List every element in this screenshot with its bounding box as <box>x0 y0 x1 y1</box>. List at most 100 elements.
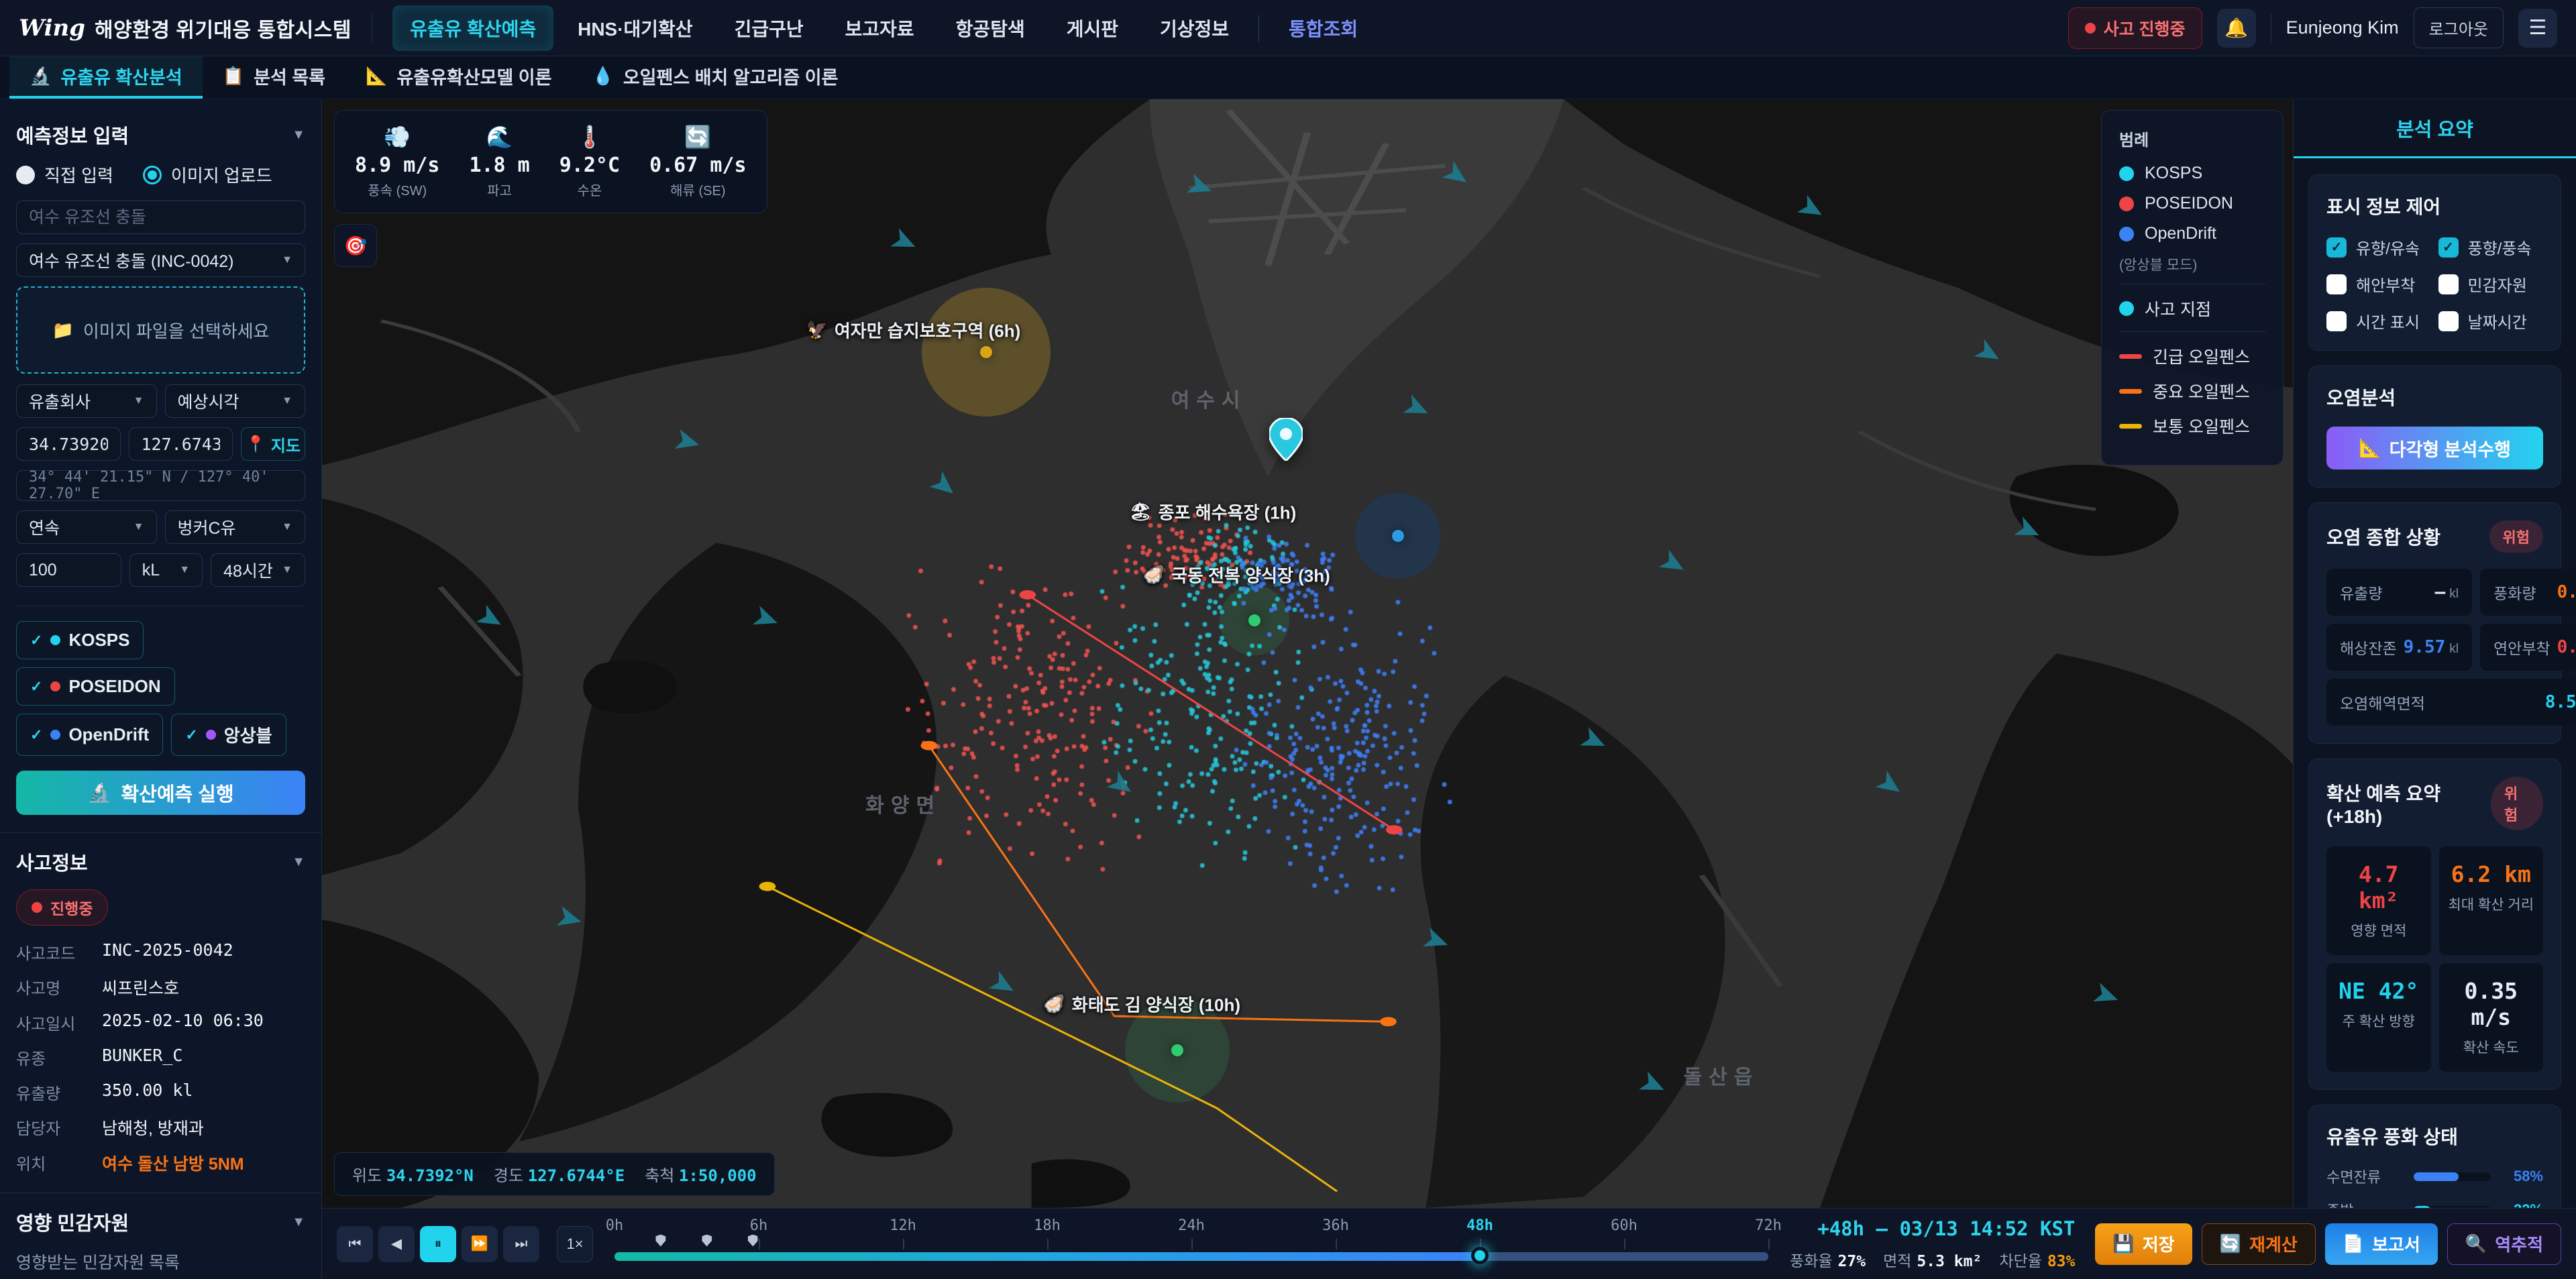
pause-button[interactable]: ⏸ <box>420 1226 456 1262</box>
stat-label: 영향 면적 <box>2333 920 2424 940</box>
notifications-button[interactable]: 🔔 <box>2217 9 2256 48</box>
pollution-stat: 연안부착0.00kl <box>2480 624 2576 671</box>
image-upload-dropzone[interactable]: 📁 이미지 파일을 선택하세요 <box>16 286 305 374</box>
stat-unit: kl <box>2449 642 2459 656</box>
run-forecast-button[interactable]: 🔬 확산예측 실행 <box>16 771 305 815</box>
sub-tabbar: 🔬유출유 확산분석📋분석 목록📐유출유확산모델 이론💧오일펜스 배치 알고리즘 … <box>0 56 2576 99</box>
chevron-down-icon: ▼ <box>133 521 144 533</box>
저장-button[interactable]: 💾저장 <box>2095 1223 2192 1265</box>
tab-label: 오일펜스 배치 알고리즘 이론 <box>623 63 839 89</box>
incident-select[interactable]: 여수 유조선 충돌 (INC-0042) ▼ <box>16 243 305 277</box>
recenter-button[interactable]: 🎯 <box>334 224 377 267</box>
tab-1[interactable]: 📋분석 목록 <box>203 56 345 99</box>
model-chip-POSEIDON[interactable]: ✓POSEIDON <box>16 667 175 706</box>
info-label: 사고코드 <box>16 940 102 964</box>
fast-forward-button[interactable]: ⏩ <box>462 1226 498 1262</box>
duration-select[interactable]: 48시간 ▼ <box>211 553 305 587</box>
weathering-bar-row: 수면잔류58% <box>2326 1166 2543 1187</box>
nav-item-0[interactable]: 유출유 확산예측 <box>392 5 553 51</box>
nav-item-5[interactable]: 게시판 <box>1049 5 1136 51</box>
poi-label: 🦪화태도 김 양식장 (10h) <box>1043 991 1240 1016</box>
timeline-tick-72h: 72h <box>1755 1217 1782 1234</box>
checkbox-box <box>2326 274 2347 294</box>
display-checkbox-3[interactable]: 민감자원 <box>2438 272 2544 296</box>
nav-item-2[interactable]: 긴급구난 <box>717 5 821 51</box>
coordinate-bar: 위도 34.7392°N경도 127.6744°E축척 1:50,000 <box>334 1152 775 1196</box>
map-canvas[interactable]: 여수시화양면돌산읍 🦅여자만 습지보호구역 (6h)🏖종포 해수욕장 (1h)🦪… <box>322 99 2293 1208</box>
longitude-input[interactable] <box>129 427 233 461</box>
poi-icon: 🦅 <box>806 319 828 340</box>
unit-select[interactable]: kL ▼ <box>129 553 203 587</box>
pollution-status-card: 오염 종합 상황 위험 유출량—kl풍화량0.43kl해상잔존9.57kl연안부… <box>2308 502 2561 744</box>
legend-line <box>2119 389 2142 394</box>
stat-label: 차단율 <box>1999 1252 2041 1270</box>
top-navbar: Wing 해양환경 위기대응 통합시스템 유출유 확산예측HNS·대기확산긴급구… <box>0 0 2576 56</box>
oil-type-select[interactable]: 벙커C유 ▼ <box>165 510 306 544</box>
tab-3[interactable]: 💧오일펜스 배치 알고리즘 이론 <box>572 56 858 99</box>
legend-line <box>2119 424 2142 429</box>
left-sidebar[interactable]: 예측정보 입력 ▼ 직접 입력이미지 업로드 여수 유조선 충돌 (INC-00… <box>0 99 322 1279</box>
amount-input[interactable] <box>16 553 121 587</box>
spill-type-select[interactable]: 연속 ▼ <box>16 510 157 544</box>
재계산-button[interactable]: 🔄재계산 <box>2202 1223 2316 1265</box>
display-checkbox-2[interactable]: 해안부착 <box>2326 272 2432 296</box>
menu-button[interactable]: ☰ <box>2518 9 2557 48</box>
action-icon: 📄 <box>2343 1233 2364 1254</box>
checkbox-label: 날짜시간 <box>2468 309 2527 333</box>
current-time-display: +48h — 03/13 14:52 KST <box>1817 1217 2075 1240</box>
expected-time-select[interactable]: 예상시각 ▼ <box>165 384 306 418</box>
timeline-slider[interactable]: 0h6h12h18h24h36h48h60h72h <box>614 1212 1768 1276</box>
danger-badge: 위험 <box>2489 520 2543 553</box>
polygon-analysis-button[interactable]: 📐 다각형 분석수행 <box>2326 427 2543 469</box>
display-checkbox-1[interactable]: ✓풍향/풍속 <box>2438 235 2544 259</box>
latitude-input[interactable] <box>16 427 121 461</box>
collapse-chevron-icon[interactable]: ▼ <box>292 854 305 870</box>
analysis-panel[interactable]: 분석 요약 표시 정보 제어 ✓유향/유속✓풍향/풍속해안부착민감자원시간 표시… <box>2293 99 2576 1208</box>
weather-item-1: 🌊1.8 m파고 <box>469 124 529 199</box>
tab-icon: 🔬 <box>30 66 51 87</box>
model-color-dot <box>50 681 60 691</box>
nav-item-1[interactable]: HNS·대기확산 <box>560 5 710 51</box>
display-checkbox-0[interactable]: ✓유향/유속 <box>2326 235 2432 259</box>
역추적-button[interactable]: 🔍역추적 <box>2447 1223 2561 1265</box>
tab-icon: 📋 <box>223 66 244 87</box>
stat-value-wrap: 9.57kl <box>2404 637 2459 657</box>
model-chip-앙상블[interactable]: ✓앙상블 <box>171 714 286 756</box>
display-checkbox-5[interactable]: 날짜시간 <box>2438 309 2544 333</box>
timeline-playhead[interactable] <box>1471 1247 1489 1264</box>
nav-item-4[interactable]: 항공탐색 <box>938 5 1042 51</box>
forecast-stat: 0.35 m/s확산 속도 <box>2439 963 2544 1072</box>
보고서-button[interactable]: 📄보고서 <box>2325 1223 2438 1265</box>
input-mode-radio-1[interactable]: 이미지 업로드 <box>143 162 272 187</box>
weather-item-0: 💨8.9 m/s풍속 (SW) <box>355 124 439 199</box>
timeline-bar: ⏮◀⏸⏩⏭ 1× 0h6h12h18h24h36h48h60h72h +48h … <box>322 1208 2576 1279</box>
accident-location-pin[interactable] <box>1269 418 1303 461</box>
skip-start-button[interactable]: ⏮ <box>337 1226 373 1262</box>
incident-info-row: 유종BUNKER_C <box>16 1046 305 1069</box>
coord-label: 축척 <box>645 1167 679 1185</box>
display-checkbox-4[interactable]: 시간 표시 <box>2326 309 2432 333</box>
collapse-chevron-icon[interactable]: ▼ <box>292 127 305 143</box>
tab-2[interactable]: 📐유출유확산모델 이론 <box>345 56 572 99</box>
oil-fence-lines <box>322 99 2293 1208</box>
weather-value: 9.2°C <box>559 154 620 177</box>
company-select[interactable]: 유출회사 ▼ <box>16 384 157 418</box>
nav-item-3[interactable]: 보고자료 <box>828 5 932 51</box>
stat-value: — <box>2435 582 2446 602</box>
map-legend: 범례 KOSPSPOSEIDONOpenDrift (앙상블 모드) 사고 지점… <box>2101 110 2284 465</box>
skip-end-button[interactable]: ⏭ <box>503 1226 539 1262</box>
input-mode-radio-0[interactable]: 직접 입력 <box>16 162 113 187</box>
logout-button[interactable]: 로그아웃 <box>2414 7 2504 48</box>
pick-on-map-button[interactable]: 📍 지도 <box>241 427 305 461</box>
incident-section-title: 사고정보 <box>16 848 88 876</box>
nav-item-7[interactable]: 통합조회 <box>1271 5 1375 51</box>
model-chip-OpenDrift[interactable]: ✓OpenDrift <box>16 714 163 756</box>
collapse-chevron-icon[interactable]: ▼ <box>292 1215 305 1230</box>
nav-item-6[interactable]: 기상정보 <box>1142 5 1246 51</box>
incident-name-input[interactable] <box>16 201 305 234</box>
step-back-button[interactable]: ◀ <box>378 1226 415 1262</box>
app-title: 해양환경 위기대응 통합시스템 <box>95 13 352 43</box>
tab-0[interactable]: 🔬유출유 확산분석 <box>9 56 203 99</box>
model-chip-KOSPS[interactable]: ✓KOSPS <box>16 621 144 659</box>
speed-button[interactable]: 1× <box>557 1226 593 1262</box>
